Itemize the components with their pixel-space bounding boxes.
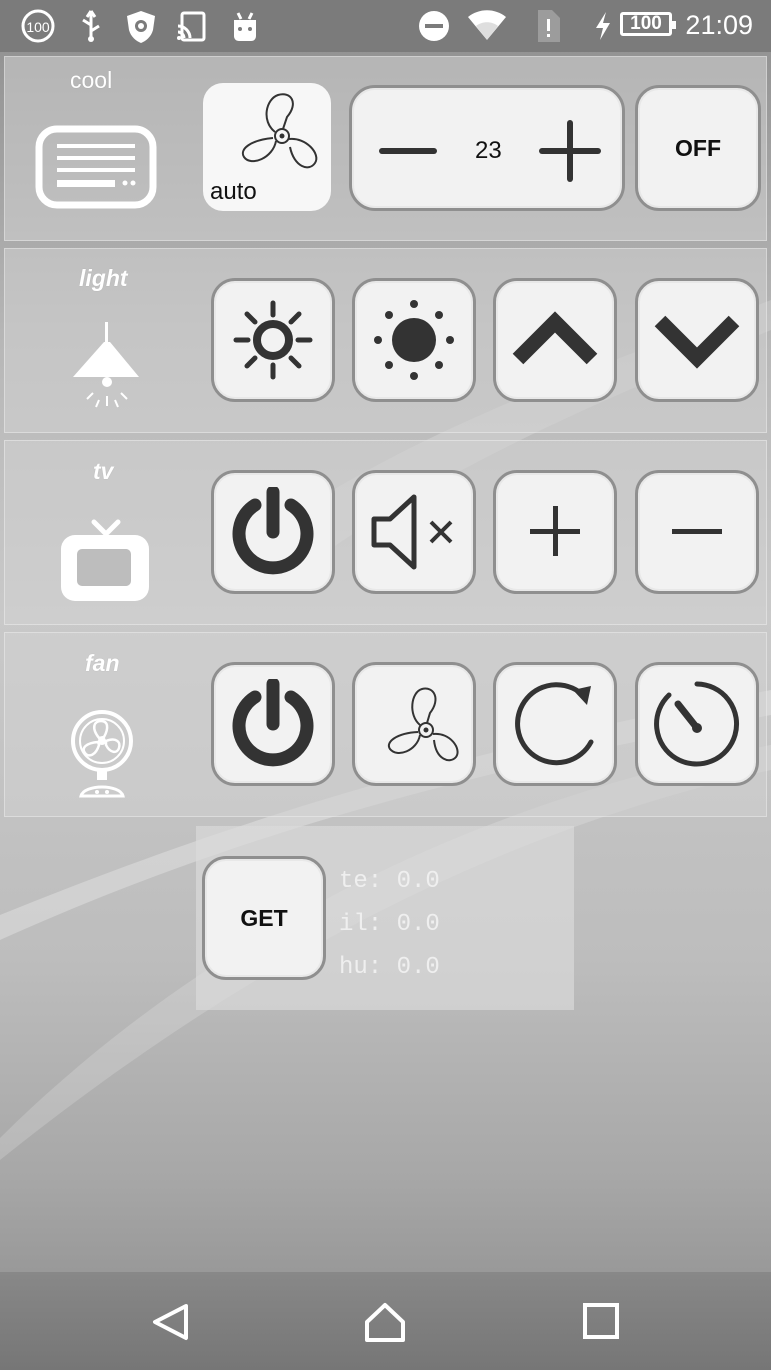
android-icon (229, 8, 261, 44)
svg-text:100: 100 (26, 19, 50, 35)
tv-panel: tv (4, 440, 767, 625)
recent-apps-icon[interactable] (580, 1300, 624, 1344)
minus-icon (672, 529, 722, 534)
data-saver-icon: 100 (20, 8, 56, 44)
desk-fan-icon (69, 708, 135, 805)
tv-label: tv (93, 458, 114, 484)
battery-icon: 100 (620, 12, 676, 36)
air-conditioner-icon (35, 125, 157, 214)
humidity-reading: hu: 0.0 (339, 954, 440, 981)
power-icon (232, 679, 314, 767)
temperature-stepper: 23 (349, 85, 625, 211)
lamp-icon (67, 319, 147, 419)
status-bar: 100 100 21:09 (0, 0, 771, 52)
fan-blade-icon (387, 687, 459, 762)
get-button-label: GET (240, 904, 288, 931)
cast-icon (174, 8, 208, 44)
do-not-disturb-icon (416, 8, 452, 44)
light-low-brightness-button[interactable] (211, 278, 335, 402)
fan-mode-label: auto (210, 178, 257, 205)
clock: 21:09 (685, 10, 753, 40)
charging-icon (592, 8, 614, 44)
security-icon (124, 8, 158, 44)
sun-filled-icon (374, 300, 454, 380)
get-button[interactable]: GET (202, 856, 326, 980)
home-icon[interactable] (363, 1300, 407, 1344)
rotate-icon (515, 682, 594, 766)
tv-volume-up-button[interactable] (493, 470, 617, 594)
fan-speed-button[interactable] (352, 662, 476, 786)
minus-icon[interactable] (379, 148, 437, 154)
fan-rotate-button[interactable] (493, 662, 617, 786)
chevron-down-icon (654, 315, 740, 369)
fan-power-button[interactable] (211, 662, 335, 786)
light-high-brightness-button[interactable] (352, 278, 476, 402)
light-label: light (79, 265, 128, 291)
plus-icon (530, 506, 580, 556)
fan-panel: fan (4, 632, 767, 817)
power-icon (232, 487, 314, 575)
cool-panel: cool auto 23 OFF (4, 56, 767, 241)
fan-mode-button[interactable]: auto (203, 83, 331, 211)
tv-icon (59, 518, 153, 607)
chevron-up-icon (512, 311, 598, 365)
sim-alert-icon (534, 8, 562, 44)
light-panel: light (4, 248, 767, 433)
tv-power-button[interactable] (211, 470, 335, 594)
tv-mute-button[interactable] (352, 470, 476, 594)
tv-volume-down-button[interactable] (635, 470, 759, 594)
ac-power-label: OFF (675, 134, 721, 161)
light-up-button[interactable] (493, 278, 617, 402)
sun-outline-icon (233, 300, 313, 380)
ac-power-button[interactable]: OFF (635, 85, 761, 211)
battery-level: 100 (630, 13, 662, 34)
plus-icon[interactable] (539, 120, 601, 182)
light-down-button[interactable] (635, 278, 759, 402)
usb-icon (78, 8, 104, 44)
navigation-bar (0, 1272, 771, 1370)
fan-timer-button[interactable] (635, 662, 759, 786)
fan-label: fan (85, 650, 120, 676)
timer-icon (654, 681, 740, 767)
illumination-reading: il: 0.0 (339, 911, 440, 938)
cool-label: cool (70, 67, 113, 93)
temperature-reading: te: 0.0 (339, 868, 440, 895)
temperature-value: 23 (475, 137, 502, 164)
mute-icon (371, 494, 453, 570)
wifi-icon (466, 8, 508, 44)
sensor-readings: te: 0.0 il: 0.0 hu: 0.0 (339, 860, 440, 989)
back-icon[interactable] (148, 1300, 192, 1344)
